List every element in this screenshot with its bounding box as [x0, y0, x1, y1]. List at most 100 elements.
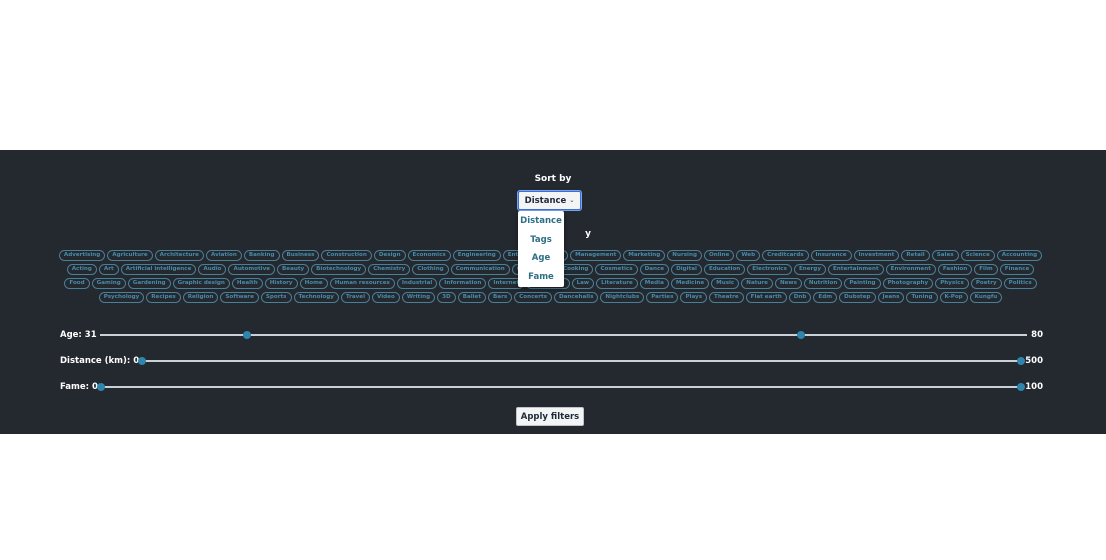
tag-chip[interactable]: Online	[703, 250, 735, 261]
tag-chip[interactable]: Agriculture	[107, 250, 153, 261]
fame-min-thumb[interactable]	[96, 383, 105, 391]
tag-chip[interactable]: Accounting	[996, 250, 1043, 261]
age-slider[interactable]	[99, 328, 1028, 342]
tag-chip[interactable]: Sales	[931, 250, 959, 261]
tag-chip[interactable]: Architecture	[154, 250, 204, 261]
fame-max-thumb[interactable]	[1017, 383, 1026, 391]
tag-chip[interactable]: Tuning	[906, 292, 938, 303]
tag-chip[interactable]: Literature	[596, 278, 638, 289]
tag-chip[interactable]: Politics	[1003, 278, 1037, 289]
apply-filters-button[interactable]: Apply filters	[516, 407, 584, 426]
tag-chip[interactable]: Dancehalls	[553, 292, 599, 303]
tag-chip[interactable]: Ballet	[457, 292, 487, 303]
tag-chip[interactable]: Nature	[741, 278, 773, 289]
tag-chip[interactable]: Gardening	[127, 278, 171, 289]
tag-chip[interactable]: Web	[736, 250, 761, 261]
tag-chip[interactable]: Parties	[646, 292, 679, 303]
tag-chip[interactable]: Clothing	[412, 264, 449, 275]
tag-chip[interactable]: Aviation	[205, 250, 242, 261]
age-max-thumb[interactable]	[796, 331, 805, 339]
tag-chip[interactable]: Gaming	[91, 278, 126, 289]
tag-chip[interactable]: Energy	[793, 264, 826, 275]
tag-chip[interactable]: Marketing	[623, 250, 666, 261]
distance-slider[interactable]	[138, 354, 1026, 368]
tag-chip[interactable]: Plays	[680, 292, 708, 303]
tag-chip[interactable]: Audio	[198, 264, 227, 275]
tag-chip[interactable]: Retail	[901, 250, 930, 261]
tag-chip[interactable]: Software	[220, 292, 259, 303]
tag-chip[interactable]: Insurance	[810, 250, 852, 261]
tag-chip[interactable]: Physics	[935, 278, 969, 289]
tag-chip[interactable]: Music	[711, 278, 740, 289]
sort-option-distance[interactable]: Distance	[518, 214, 564, 228]
tag-chip[interactable]: Food	[64, 278, 90, 289]
tag-chip[interactable]: Chemistry	[368, 264, 411, 275]
tag-chip[interactable]: Automotive	[228, 264, 276, 275]
tag-chip[interactable]: Technology	[293, 292, 339, 303]
fame-slider[interactable]	[96, 380, 1026, 394]
tag-chip[interactable]: Nutrition	[803, 278, 843, 289]
tag-chip[interactable]: Law	[571, 278, 595, 289]
tag-chip[interactable]: Construction	[321, 250, 372, 261]
tag-chip[interactable]: Investment	[853, 250, 900, 261]
tag-chip[interactable]: Recipes	[146, 292, 181, 303]
tag-chip[interactable]: Jeans	[877, 292, 905, 303]
tag-chip[interactable]: Kungfu	[969, 292, 1003, 303]
tag-chip[interactable]: Sports	[260, 292, 292, 303]
tag-chip[interactable]: Media	[639, 278, 669, 289]
tag-chip[interactable]: Banking	[243, 250, 280, 261]
tag-chip[interactable]: Creditcards	[762, 250, 809, 261]
tag-chip[interactable]: Health	[231, 278, 263, 289]
tag-chip[interactable]: Acting	[66, 264, 97, 275]
tag-chip[interactable]: Human resources	[329, 278, 395, 289]
tag-chip[interactable]: Finance	[999, 264, 1035, 275]
tag-chip[interactable]: Education	[703, 264, 746, 275]
tag-chip[interactable]: Economics	[407, 250, 451, 261]
tag-chip[interactable]: Information	[439, 278, 487, 289]
tag-chip[interactable]: Home	[299, 278, 328, 289]
tag-chip[interactable]: Graphic design	[172, 278, 230, 289]
tag-chip[interactable]: 3D	[437, 292, 456, 303]
tag-chip[interactable]: Psychology	[98, 292, 145, 303]
tag-chip[interactable]: History	[264, 278, 298, 289]
sort-select[interactable]: Distance ⌄	[518, 191, 581, 210]
tag-chip[interactable]: Science	[960, 250, 995, 261]
tag-chip[interactable]: Bars	[488, 292, 513, 303]
tag-chip[interactable]: Art	[98, 264, 119, 275]
tag-chip[interactable]: Dnb	[788, 292, 812, 303]
tag-chip[interactable]: Poetry	[970, 278, 1002, 289]
tag-chip[interactable]: Nursing	[667, 250, 702, 261]
tag-chip[interactable]: Writing	[401, 292, 436, 303]
sort-option-tags[interactable]: Tags	[518, 233, 564, 247]
tag-chip[interactable]: Fashion	[937, 264, 973, 275]
tag-chip[interactable]: Cosmetics	[595, 264, 638, 275]
tag-chip[interactable]: Film	[974, 264, 998, 275]
distance-min-thumb[interactable]	[138, 357, 147, 365]
tag-chip[interactable]: Digital	[671, 264, 702, 275]
tag-chip[interactable]: Design	[373, 250, 406, 261]
tag-chip[interactable]: Edm	[813, 292, 838, 303]
age-min-thumb[interactable]	[242, 331, 251, 339]
tag-chip[interactable]: Painting	[844, 278, 881, 289]
tag-chip[interactable]: Environment	[885, 264, 936, 275]
tag-chip[interactable]: Biotechnology	[311, 264, 367, 275]
tag-chip[interactable]: News	[774, 278, 802, 289]
tag-chip[interactable]: Concerts	[514, 292, 552, 303]
tag-chip[interactable]: Industrial	[396, 278, 438, 289]
tag-chip[interactable]: Photography	[882, 278, 934, 289]
tag-chip[interactable]: Entertainment	[827, 264, 884, 275]
tag-chip[interactable]: Dubstep	[839, 292, 876, 303]
tag-chip[interactable]: Beauty	[277, 264, 310, 275]
tag-chip[interactable]: Advertising	[58, 250, 106, 261]
sort-option-fame[interactable]: Fame	[518, 270, 564, 284]
sort-option-age[interactable]: Age	[518, 251, 564, 265]
tag-chip[interactable]: K-Pop	[939, 292, 968, 303]
tag-chip[interactable]: Medicine	[670, 278, 710, 289]
tag-chip[interactable]: Religion	[182, 292, 219, 303]
tag-chip[interactable]: Engineering	[452, 250, 501, 261]
tag-chip[interactable]: Dance	[639, 264, 670, 275]
tag-chip[interactable]: Video	[372, 292, 400, 303]
tag-chip[interactable]: Artificial intelligence	[120, 264, 197, 275]
tag-chip[interactable]: Nightclubs	[600, 292, 645, 303]
tag-chip[interactable]: Communication	[450, 264, 510, 275]
